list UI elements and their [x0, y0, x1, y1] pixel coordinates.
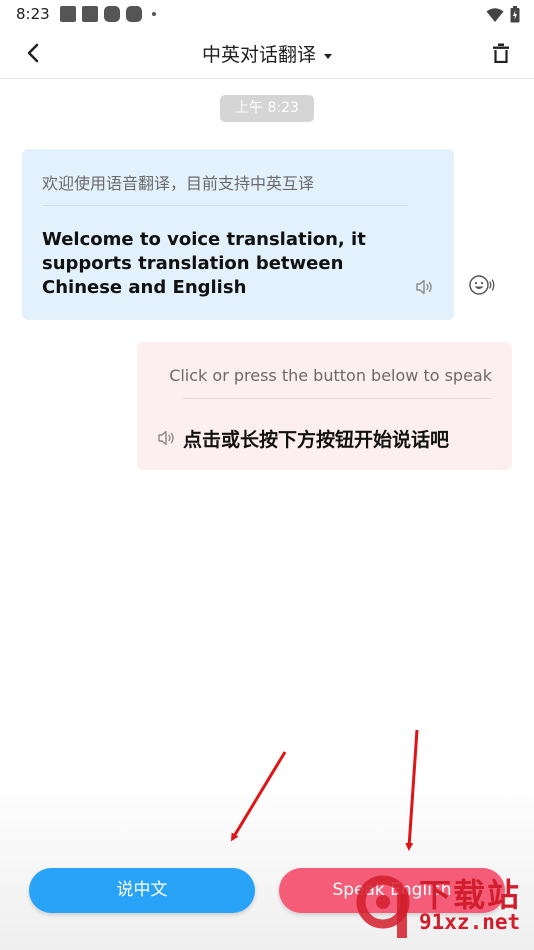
message-bubble-right: Click or press the button below to speak…	[137, 342, 512, 470]
status-notification-icons	[60, 6, 156, 22]
message-divider	[183, 398, 492, 399]
play-audio-button[interactable]	[157, 428, 177, 448]
speaker-icon	[158, 430, 174, 446]
message-translated-text: 点击或长按下方按钮开始说话吧	[183, 429, 450, 451]
status-bar: 8:23	[0, 0, 534, 28]
notification-icon	[104, 6, 120, 22]
speak-chinese-button[interactable]: 说中文	[29, 868, 255, 913]
site-watermark: 下载站 91xz.net	[353, 870, 528, 946]
watermark-logo-icon	[356, 875, 410, 938]
wifi-icon	[486, 7, 504, 22]
notification-icon	[82, 6, 98, 22]
message-source-text: Click or press the button below to speak	[169, 366, 492, 385]
battery-icon	[510, 6, 520, 23]
dropdown-caret-icon	[324, 54, 332, 59]
play-audio-button[interactable]	[415, 277, 435, 297]
message-source-text: 欢迎使用语音翻译，目前支持中英互译	[42, 174, 315, 193]
message-divider	[42, 205, 408, 206]
page-title: 中英对话翻译	[201, 44, 316, 66]
watermark-url: 91xz.net	[419, 910, 521, 934]
speaker-icon	[416, 279, 432, 295]
more-notifications-icon	[152, 12, 156, 16]
speaking-face-icon	[469, 275, 495, 295]
clear-history-button[interactable]	[488, 40, 514, 66]
chat-timestamp: 上午 8:23	[220, 95, 314, 122]
trash-icon	[493, 43, 509, 63]
voice-face-button[interactable]	[468, 274, 496, 296]
message-translated-text: Welcome to voice translation, it support…	[42, 229, 366, 298]
notification-icon	[126, 6, 142, 22]
notification-icon	[60, 6, 76, 22]
app-bar: 中英对话翻译	[0, 28, 534, 79]
language-pair-selector[interactable]: 中英对话翻译	[0, 40, 534, 67]
status-right-icons	[486, 6, 520, 23]
status-time: 8:23	[16, 5, 50, 23]
message-bubble-left: 欢迎使用语音翻译，目前支持中英互译 Welcome to voice trans…	[22, 149, 454, 320]
